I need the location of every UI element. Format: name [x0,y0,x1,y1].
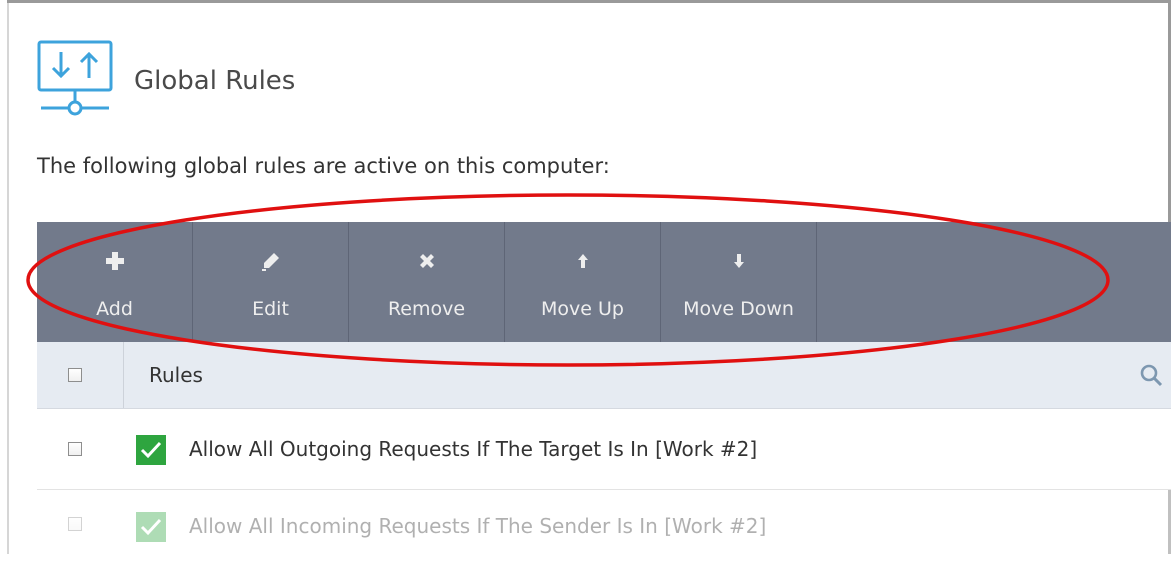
table-row[interactable]: Allow All Outgoing Requests If The Targe… [37,409,1171,490]
edit-button[interactable]: Edit [193,222,349,342]
add-button[interactable]: Add [37,222,193,342]
move-up-button[interactable]: Move Up [505,222,661,342]
row-checkbox[interactable] [68,517,82,531]
move-up-label: Move Up [541,298,624,320]
move-down-button[interactable]: Move Down [661,222,817,342]
select-all-checkbox[interactable] [68,368,82,382]
move-down-label: Move Down [683,298,794,320]
x-icon [418,246,436,276]
row-checkbox[interactable] [68,442,82,456]
rules-column-header[interactable]: Rules [149,363,203,387]
remove-label: Remove [387,298,466,320]
edit-label: Edit [252,298,289,320]
page-description: The following global rules are active on… [37,154,610,178]
rules-table-header: Rules [37,342,1171,409]
arrow-up-icon [577,246,589,276]
remove-button[interactable]: Remove [349,222,505,342]
add-label: Add [96,298,133,320]
arrow-down-icon [733,246,745,276]
enabled-status-icon [136,512,166,542]
window-top-border [7,0,1171,3]
column-divider [123,342,124,408]
table-row[interactable]: Allow All Incoming Requests If The Sende… [37,490,1171,570]
network-transfer-icon [37,40,113,116]
pencil-icon [261,246,281,276]
page-title: Global Rules [134,66,296,96]
enabled-status-icon [136,435,166,465]
plus-icon [105,246,124,276]
toolbar: Add Edit Remove Move Up Move Down [37,222,1171,342]
rule-text: Allow All Incoming Requests If The Sende… [189,514,767,538]
search-icon[interactable] [1139,363,1163,387]
rule-text: Allow All Outgoing Requests If The Targe… [189,437,758,461]
window-left-border [0,0,9,554]
